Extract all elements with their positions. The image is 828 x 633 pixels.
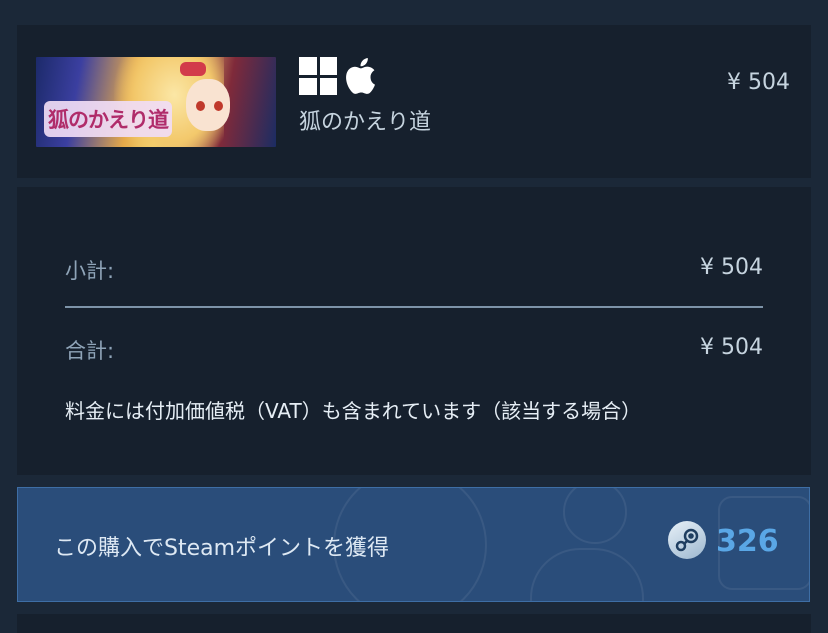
banner-decoration-head	[563, 488, 627, 544]
subtotal-value: ¥ 504	[700, 255, 763, 280]
vat-note: 料金には付加価値税（VAT）も含まれています（該当する場合）	[65, 399, 642, 423]
game-title[interactable]: 狐のかえり道	[299, 104, 431, 136]
total-label: 合計:	[65, 339, 115, 363]
order-summary: 小計: ¥ 504 合計: ¥ 504 料金には付加価値税（VAT）も含まれてい…	[17, 187, 811, 475]
item-price: ¥ 504	[727, 70, 790, 95]
capsule-art-face	[186, 79, 230, 131]
windows-icon	[299, 57, 337, 95]
capsule-art-eye	[214, 101, 223, 111]
banner-decoration-body	[530, 548, 644, 601]
summary-divider	[65, 306, 763, 308]
points-label: この購入でSteamポイントを獲得	[54, 536, 390, 561]
steam-points-icon	[668, 521, 706, 559]
subtotal-label: 小計:	[65, 259, 115, 283]
capsule-art-ribbon	[180, 62, 206, 76]
steam-points-banner: この購入でSteamポイントを獲得 326	[17, 487, 810, 602]
capsule-logo-text: 狐のかえり道	[48, 107, 169, 132]
cart-item: 狐のかえり道 狐のかえり道 ¥ 504	[17, 25, 811, 178]
capsule-logo: 狐のかえり道	[44, 101, 172, 137]
capsule-art-eye	[196, 101, 205, 111]
platform-icons	[299, 55, 377, 97]
next-panel-edge	[17, 614, 811, 633]
total-value: ¥ 504	[700, 335, 763, 360]
game-capsule-image[interactable]: 狐のかえり道	[36, 57, 276, 147]
points-value: 326	[716, 524, 779, 559]
apple-icon	[346, 58, 375, 94]
